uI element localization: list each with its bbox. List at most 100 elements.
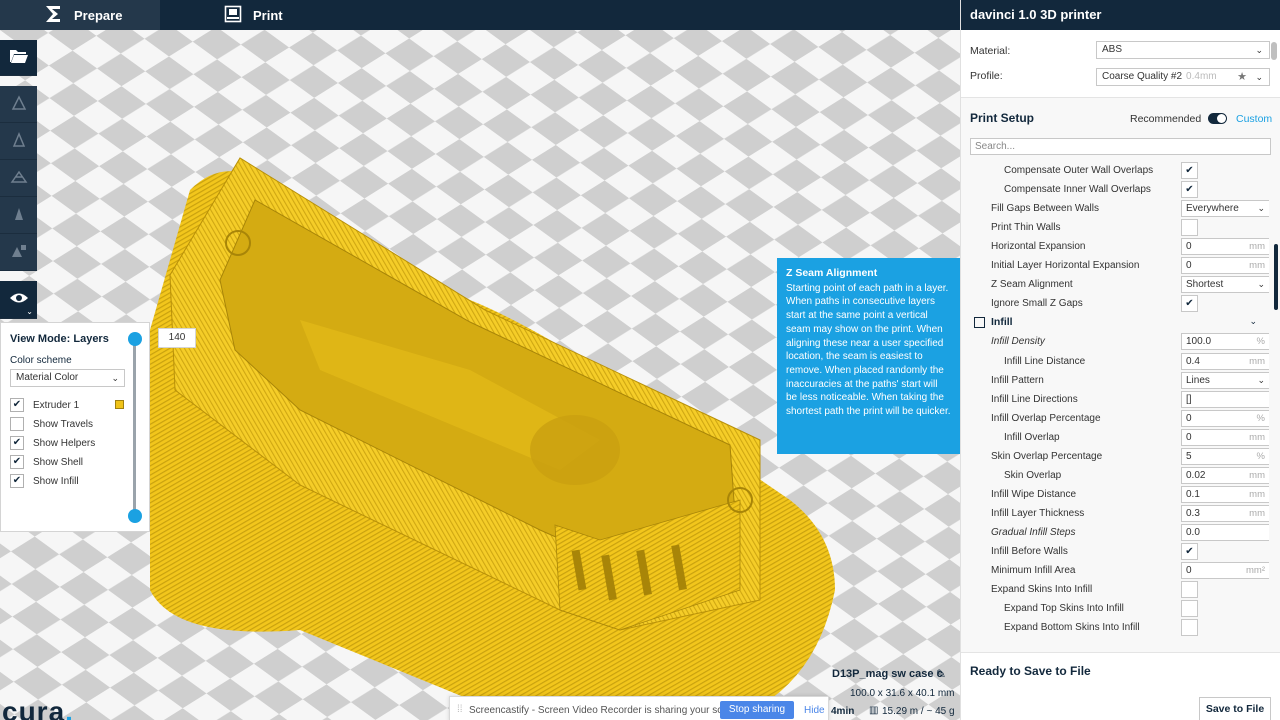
view-mode-button[interactable]: ⌄ — [0, 281, 37, 319]
material-select[interactable]: ABS ⌄ — [1096, 41, 1270, 59]
setting-checkbox[interactable]: ✔ — [1181, 181, 1198, 198]
printer-header: davinci 1.0 3D printer — [961, 0, 1280, 30]
layer-slider-bottom-handle[interactable] — [128, 509, 142, 523]
settings-list: Compensate Outer Wall Overlaps ✔ Compensat… — [961, 161, 1269, 639]
scale-tool-button[interactable] — [0, 123, 37, 160]
hide-link[interactable]: Hide — [804, 705, 825, 716]
setting-checkbox[interactable]: ✔ — [1181, 295, 1198, 312]
layer-slider-track[interactable] — [133, 338, 136, 516]
setting-value: 0 — [1186, 432, 1192, 443]
top-scrollbar[interactable] — [1271, 42, 1277, 60]
drag-handle-icon[interactable]: ⁞⁞ — [457, 704, 463, 715]
setting-input[interactable]: 0.02 mm — [1181, 467, 1269, 484]
setting-label: Infill Overlap Percentage — [991, 413, 1101, 424]
setting-row: Fill Gaps Between Walls Everywhere ⌄ — [961, 199, 1269, 218]
custom-mode-label[interactable]: Custom — [1236, 113, 1272, 125]
stop-sharing-button[interactable]: Stop sharing — [720, 701, 794, 719]
check-icon: ✔ — [12, 456, 22, 467]
layer-option-checkbox[interactable]: ✔ — [10, 455, 24, 469]
setting-unit: mm — [1249, 241, 1265, 252]
setting-row: Expand Skins Into Infill — [961, 580, 1269, 599]
job-dimensions: 100.0 x 31.6 x 40.1 mm — [850, 688, 955, 699]
setting-label: Compensate Outer Wall Overlaps — [1004, 165, 1154, 176]
print-icon — [224, 5, 242, 26]
print-time: 4min — [831, 706, 855, 717]
setting-row: Infill Pattern Lines ⌄ — [961, 371, 1269, 390]
settings-scrollbar[interactable] — [1274, 244, 1278, 310]
setting-input[interactable]: 100.0% — [1181, 333, 1269, 350]
screencast-message: Screencastify - Screen Video Recorder is… — [469, 705, 746, 716]
check-icon: ✔ — [1185, 546, 1194, 557]
rotate-tool-button[interactable] — [0, 160, 37, 197]
setting-input[interactable]: 0.1 mm — [1181, 486, 1269, 503]
save-to-file-button[interactable]: Save to File — [1199, 697, 1271, 720]
star-icon[interactable]: ★ — [1237, 69, 1247, 85]
setting-checkbox[interactable] — [1181, 619, 1198, 636]
chevron-down-icon: ⌄ — [1255, 72, 1263, 82]
setting-input[interactable]: 0.3 mm — [1181, 505, 1269, 522]
layer-option-checkbox[interactable]: ✔ — [10, 398, 24, 412]
category-infill[interactable]: Infill ⌄ — [961, 313, 1269, 332]
setting-row: Expand Bottom Skins Into Infill — [961, 618, 1269, 637]
setting-input[interactable]: 0.4 mm — [1181, 353, 1269, 370]
setting-checkbox[interactable] — [1181, 600, 1198, 617]
chevron-down-icon: ⌄ — [1257, 279, 1265, 289]
layer-option-row[interactable]: ✔ Extruder 1 — [10, 397, 79, 413]
layer-option-checkbox[interactable]: ✔ — [10, 474, 24, 488]
tooltip-title: Z Seam Alignment — [786, 267, 878, 279]
mode-toggle[interactable] — [1208, 113, 1227, 124]
color-scheme-select[interactable]: Material Color ⌄ — [10, 369, 125, 387]
tab-print[interactable]: Print — [216, 0, 336, 30]
layer-option-row[interactable]: ✔ Show Helpers — [10, 435, 95, 451]
profile-select[interactable]: Coarse Quality #2 0.4mm ★ ⌄ — [1096, 68, 1270, 86]
setting-select[interactable]: Shortest ⌄ — [1181, 276, 1269, 293]
per-model-settings-button[interactable] — [0, 234, 37, 271]
setting-input[interactable]: 0% — [1181, 410, 1269, 427]
move-tool-button[interactable] — [0, 86, 37, 123]
tab-print-label: Print — [253, 7, 283, 23]
setting-input[interactable]: 0 mm — [1181, 257, 1269, 274]
layer-option-checkbox[interactable] — [10, 417, 24, 431]
setting-label: Initial Layer Horizontal Expansion — [991, 260, 1140, 271]
setting-checkbox[interactable] — [1181, 219, 1198, 236]
setting-value: [] — [1186, 394, 1192, 405]
layer-slider-top-handle[interactable] — [128, 332, 142, 346]
layer-option-row[interactable]: ✔ Show Shell — [10, 454, 83, 470]
tab-prepare[interactable]: Prepare — [0, 0, 160, 30]
open-file-button[interactable] — [0, 40, 37, 76]
category-material[interactable]: Material⌄ — [961, 637, 1269, 639]
setting-label: Minimum Infill Area — [991, 565, 1076, 576]
setting-label: Ignore Small Z Gaps — [991, 298, 1083, 309]
layer-option-row[interactable]: ✔ Show Infill — [10, 473, 79, 489]
setting-row: Ignore Small Z Gaps ✔ — [961, 294, 1269, 313]
setting-input[interactable]: [] — [1181, 391, 1269, 408]
edit-pencil-icon[interactable]: ✎ — [936, 667, 946, 681]
setting-checkbox[interactable]: ✔ — [1181, 543, 1198, 560]
setting-checkbox[interactable] — [1181, 581, 1198, 598]
setting-label: Gradual Infill Steps — [991, 527, 1076, 538]
layer-option-label: Extruder 1 — [33, 399, 80, 411]
setting-select[interactable]: Lines ⌄ — [1181, 372, 1269, 389]
tooltip-body: Starting point of each path in a layer. … — [786, 282, 951, 418]
setting-checkbox[interactable]: ✔ — [1181, 162, 1198, 179]
setting-input[interactable]: 0 mm — [1181, 238, 1269, 255]
setting-row: Z Seam Alignment Shortest ⌄ — [961, 275, 1269, 294]
setting-input[interactable]: 5% — [1181, 448, 1269, 465]
mirror-tool-button[interactable] — [0, 197, 37, 234]
settings-search-input[interactable]: Search... — [970, 138, 1271, 155]
setting-input[interactable]: 0.0 — [1181, 524, 1269, 541]
setting-input[interactable]: 0 mm — [1181, 429, 1269, 446]
layer-option-row[interactable]: Show Travels — [10, 416, 93, 432]
recommended-mode-label[interactable]: Recommended — [1130, 113, 1201, 125]
job-name[interactable]: D13P_mag sw case c — [832, 668, 943, 680]
layer-number-input[interactable]: 140 — [158, 328, 196, 348]
setting-row: Infill Overlap Percentage 0% — [961, 409, 1269, 428]
setting-select[interactable]: Everywhere ⌄ — [1181, 200, 1269, 217]
printer-name[interactable]: davinci 1.0 3D printer — [970, 7, 1102, 22]
setting-input[interactable]: 0 mm² — [1181, 562, 1269, 579]
setting-tooltip: Z Seam Alignment Starting point of each … — [777, 258, 960, 454]
setting-label: Expand Bottom Skins Into Infill — [1004, 622, 1140, 633]
setting-label: Infill Overlap — [1004, 432, 1060, 443]
profile-value: Coarse Quality #2 — [1102, 71, 1183, 82]
layer-option-checkbox[interactable]: ✔ — [10, 436, 24, 450]
